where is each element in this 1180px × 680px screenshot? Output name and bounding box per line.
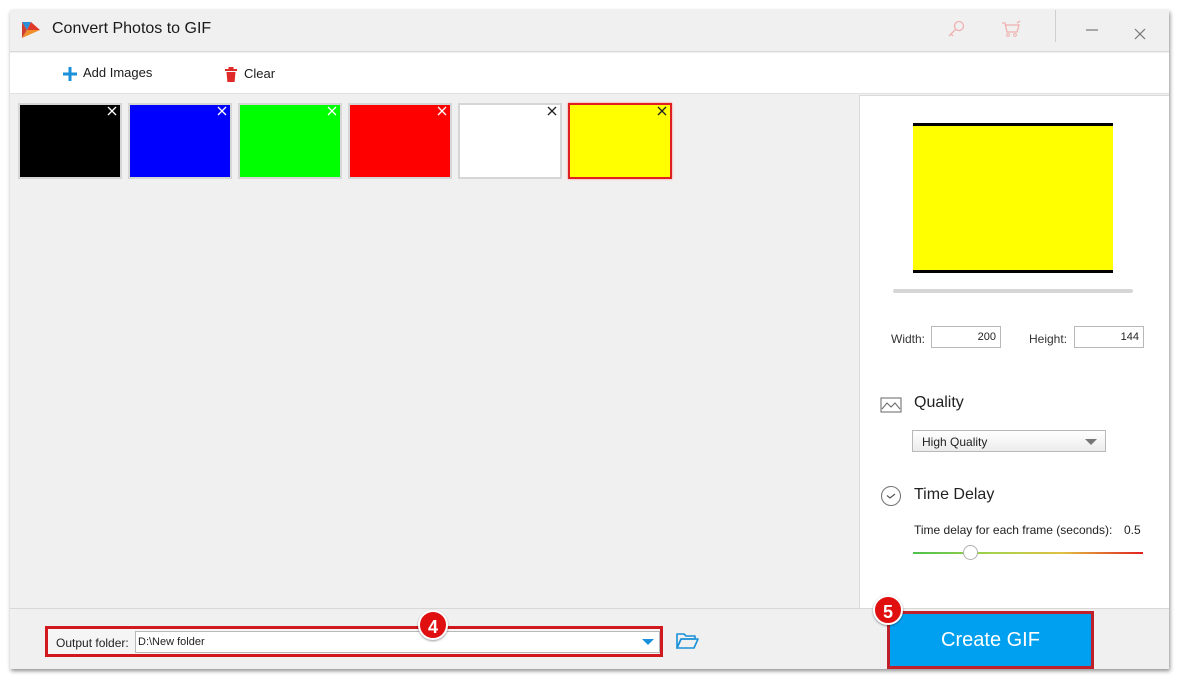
trash-icon: [225, 66, 237, 82]
quality-icon: [880, 397, 902, 413]
clear-button[interactable]: Clear: [223, 53, 275, 94]
height-input[interactable]: [1074, 326, 1144, 348]
chevron-down-icon: [1085, 439, 1097, 445]
close-button[interactable]: [1128, 22, 1152, 46]
toolbar: Add Images Clear: [10, 53, 1169, 94]
time-delay-title: Time Delay: [914, 486, 995, 503]
open-folder-icon[interactable]: [675, 631, 699, 651]
time-delay-label: Time delay for each frame (seconds):: [914, 523, 1113, 537]
gif-preview: [913, 123, 1113, 273]
preview-progress-bar: [893, 289, 1133, 293]
output-folder-group: Output folder:: [45, 626, 663, 657]
output-folder-label: Output folder:: [56, 636, 129, 650]
cart-icon[interactable]: [1000, 18, 1022, 40]
app-logo-icon: [22, 22, 40, 38]
thumbnail-white[interactable]: [458, 103, 562, 179]
clock-icon: [880, 485, 902, 507]
thumbnail-red[interactable]: [348, 103, 452, 179]
clear-label: Clear: [244, 66, 276, 81]
add-images-button[interactable]: Add Images: [62, 53, 152, 94]
thumbnail-area: [10, 95, 858, 608]
output-folder-dropdown-icon[interactable]: [642, 639, 654, 645]
thumbnail-green[interactable]: [238, 103, 342, 179]
key-icon[interactable]: [945, 18, 967, 40]
thumbnail-blue[interactable]: [128, 103, 232, 179]
time-delay-slider-handle[interactable]: [962, 545, 978, 560]
step-badge-5: 5: [873, 595, 903, 625]
titlebar-separator: [1055, 10, 1056, 42]
step-badge-4: 4: [418, 610, 448, 640]
remove-icon[interactable]: [107, 106, 117, 116]
plus-icon: [63, 66, 77, 81]
window-title: Convert Photos to GIF: [52, 20, 212, 37]
thumbnail-black[interactable]: [18, 103, 122, 179]
output-folder-input[interactable]: [135, 631, 660, 653]
add-images-label: Add Images: [83, 65, 153, 80]
thumbnail-yellow[interactable]: [568, 103, 672, 179]
remove-icon[interactable]: [657, 106, 667, 116]
width-input[interactable]: [931, 326, 1001, 348]
width-label: Width:: [891, 332, 926, 346]
settings-panel: Width: Height: Quality High Quality Time…: [859, 95, 1169, 608]
create-gif-button[interactable]: Create GIF: [887, 611, 1094, 669]
height-label: Height:: [1029, 332, 1068, 346]
remove-icon[interactable]: [327, 106, 337, 116]
minimize-button[interactable]: [1080, 18, 1104, 42]
time-delay-value: 0.5: [1124, 523, 1141, 537]
quality-title: Quality: [914, 394, 964, 411]
time-delay-slider-track[interactable]: [913, 552, 1143, 554]
title-bar: Convert Photos to GIF: [10, 10, 1169, 52]
remove-icon[interactable]: [437, 106, 447, 116]
remove-icon[interactable]: [547, 106, 557, 116]
quality-dropdown[interactable]: High Quality: [912, 430, 1106, 452]
quality-selected-value: High Quality: [922, 435, 988, 449]
app-window: Convert Photos to GIF Add Images Clear W…: [10, 10, 1169, 669]
remove-icon[interactable]: [217, 106, 227, 116]
